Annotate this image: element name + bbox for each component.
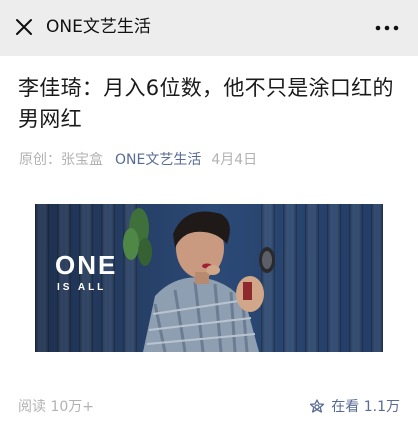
account-link[interactable]: ONE文艺生活 <box>115 152 201 168</box>
cover-image: ONE IS ALL <box>35 204 383 352</box>
navigation-bar: ONE文艺生活 <box>0 0 418 56</box>
wow-label: 在看 1.1万 <box>331 399 400 415</box>
wow-button[interactable]: 在看 1.1万 <box>309 396 400 418</box>
nav-title: ONE文艺生活 <box>46 17 151 37</box>
article-meta: 原创：张宝盒 ONE文艺生活 4月4日 <box>19 150 257 170</box>
banner-brand-isall: IS ALL <box>57 282 106 293</box>
author-name: 张宝盒 <box>61 152 103 168</box>
more-icon[interactable] <box>374 18 400 38</box>
read-count: 阅读 10万+ <box>18 399 94 415</box>
article-title: 李佳琦：月入6位数，他不只是涂口红的男网红 <box>18 76 394 131</box>
original-label: 原创： <box>19 152 61 168</box>
wow-icon <box>310 399 325 413</box>
publish-date: 4月4日 <box>211 152 258 168</box>
article-footer: 阅读 10万+ 在看 1.1万 <box>18 396 400 418</box>
banner-brand-one: ONE <box>55 250 117 280</box>
close-icon[interactable] <box>14 17 34 37</box>
